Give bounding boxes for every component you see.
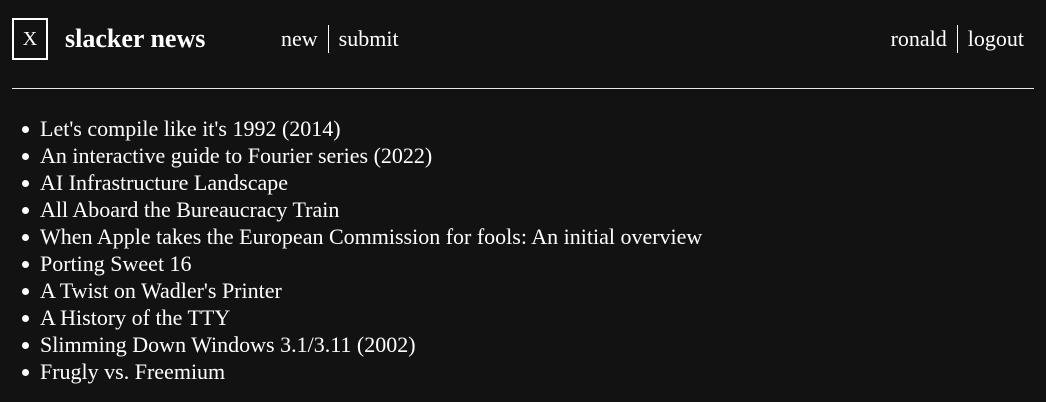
list-item: An interactive guide to Fourier series (… (22, 142, 702, 169)
list-item: When Apple takes the European Commission… (22, 223, 702, 250)
story-link[interactable]: Porting Sweet 16 (40, 251, 192, 276)
story-link[interactable]: When Apple takes the European Commission… (40, 224, 702, 249)
user-profile-link[interactable]: ronald (891, 24, 947, 54)
bullet-icon (22, 315, 29, 322)
nav-divider (327, 25, 329, 53)
story-list: Let's compile like it's 1992 (2014) An i… (22, 115, 702, 385)
list-item: Let's compile like it's 1992 (2014) (22, 115, 702, 142)
nav-divider (956, 25, 958, 53)
story-link[interactable]: Let's compile like it's 1992 (2014) (40, 116, 341, 141)
list-item: Slimming Down Windows 3.1/3.11 (2002) (22, 331, 702, 358)
story-link[interactable]: Frugly vs. Freemium (40, 359, 225, 384)
list-item: Porting Sweet 16 (22, 250, 702, 277)
logout-link[interactable]: logout (968, 24, 1024, 54)
bullet-icon (22, 180, 29, 187)
bullet-icon (22, 153, 29, 160)
nav-user: ronald logout (891, 24, 1024, 54)
bullet-icon (22, 234, 29, 241)
story-link[interactable]: A History of the TTY (40, 305, 230, 330)
site-title[interactable]: slacker news (65, 24, 205, 54)
story-link[interactable]: All Aboard the Bureaucracy Train (40, 197, 339, 222)
logo-button[interactable]: X (12, 18, 48, 60)
list-item: A Twist on Wadler's Printer (22, 277, 702, 304)
logo-letter: X (22, 28, 38, 50)
list-item: All Aboard the Bureaucracy Train (22, 196, 702, 223)
story-link[interactable]: An interactive guide to Fourier series (… (40, 143, 432, 168)
list-item: AI Infrastructure Landscape (22, 169, 702, 196)
bullet-icon (22, 288, 29, 295)
list-item: A History of the TTY (22, 304, 702, 331)
story-link[interactable]: A Twist on Wadler's Printer (40, 278, 282, 303)
list-item: Frugly vs. Freemium (22, 358, 702, 385)
header-bar: X slacker news new submit ronald logout (12, 0, 1034, 89)
bullet-icon (22, 369, 29, 376)
nav-new-link[interactable]: new (281, 24, 318, 54)
story-link[interactable]: AI Infrastructure Landscape (40, 170, 288, 195)
story-link[interactable]: Slimming Down Windows 3.1/3.11 (2002) (40, 332, 416, 357)
bullet-icon (22, 342, 29, 349)
page: X slacker news new submit ronald logout … (0, 0, 1046, 402)
bullet-icon (22, 126, 29, 133)
nav-submit-link[interactable]: submit (339, 24, 399, 54)
bullet-icon (22, 207, 29, 214)
bullet-icon (22, 261, 29, 268)
nav-primary: new submit (281, 24, 399, 54)
